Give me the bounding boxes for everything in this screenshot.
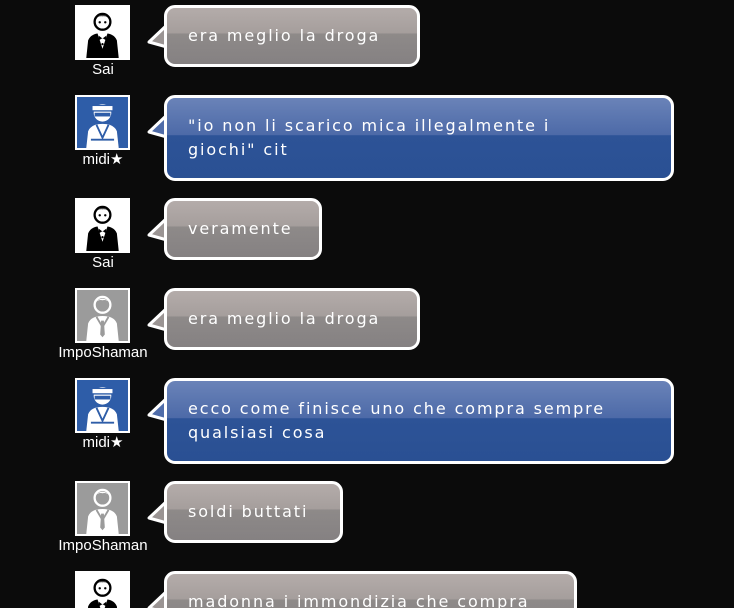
message-bubble: era meglio la droga (164, 5, 420, 67)
butler-avatar-icon[interactable] (75, 5, 130, 60)
default-avatar-icon[interactable] (75, 481, 130, 536)
butler-avatar-icon[interactable] (75, 571, 130, 608)
message-bubble: madonna i immondizia che compra (164, 571, 577, 608)
message-bubble: era meglio la droga (164, 288, 420, 350)
message-bubble: veramente (164, 198, 322, 260)
message-bubble: soldi buttati (164, 481, 343, 543)
ninja-avatar-icon[interactable] (75, 378, 130, 433)
chat-thread: Sai era meglio la droga midi★ "io non li… (0, 0, 734, 608)
username[interactable]: midi★ (40, 151, 166, 169)
ninja-avatar-icon[interactable] (75, 95, 130, 150)
username[interactable]: Sai (40, 61, 166, 79)
butler-avatar-icon[interactable] (75, 198, 130, 253)
username[interactable]: ImpoShaman (40, 344, 166, 362)
message-bubble: "io non li scarico mica illegalmente i g… (164, 95, 674, 181)
username[interactable]: ImpoShaman (40, 537, 166, 555)
message-bubble: ecco come finisce uno che compra sempre … (164, 378, 674, 464)
default-avatar-icon[interactable] (75, 288, 130, 343)
username[interactable]: midi★ (40, 434, 166, 452)
username[interactable]: Sai (40, 254, 166, 272)
